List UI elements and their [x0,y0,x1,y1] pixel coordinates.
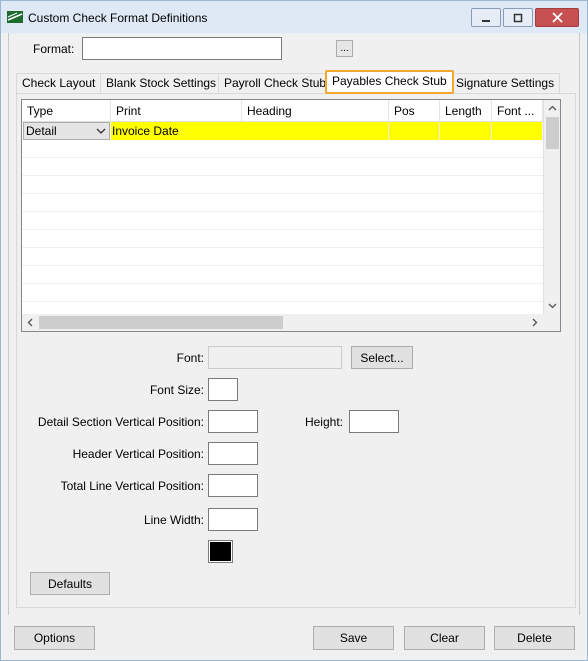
empty-row [22,230,543,248]
chevron-up-icon [548,105,557,111]
minimize-button[interactable] [471,8,501,27]
tab-payroll-check-stub[interactable]: Payroll Check Stub [218,73,333,93]
delete-button[interactable]: Delete [494,626,575,650]
tab-blank-stock-settings[interactable]: Blank Stock Settings [100,73,223,93]
column-header-pos[interactable]: Pos [389,100,440,122]
type-dropdown[interactable]: Detail [23,122,110,140]
font-cell[interactable] [493,122,543,140]
tab-check-layout[interactable]: Check Layout [16,73,102,93]
defaults-button[interactable]: Defaults [30,572,110,595]
maximize-button[interactable] [503,8,533,27]
tab-signature-settings[interactable]: Signature Settings [450,73,561,93]
detail-vertical-position-label: Detail Section Vertical Position: [37,415,204,429]
vertical-scroll-thumb[interactable] [546,117,559,149]
column-header-type[interactable]: Type [22,100,111,122]
chevron-down-icon [96,128,106,134]
font-size-label: Font Size: [149,383,204,397]
header-vertical-position-field[interactable] [208,442,258,465]
scroll-right-button[interactable] [526,314,543,331]
column-header-length[interactable]: Length [440,100,492,122]
app-icon [7,11,23,23]
type-value: Detail [26,124,57,138]
font-field [208,346,342,369]
empty-row [22,140,543,158]
window-title: Custom Check Format Definitions [28,11,208,25]
line-color-swatch[interactable] [208,540,233,563]
line-width-field[interactable] [208,508,258,531]
scroll-down-button[interactable] [544,297,560,314]
column-header-heading[interactable]: Heading [242,100,389,122]
title-bar[interactable]: Custom Check Format Definitions [1,1,587,33]
empty-row [22,158,543,176]
header-vertical-position-label: Header Vertical Position: [72,447,204,461]
vertical-scrollbar[interactable] [543,100,560,314]
maximize-icon [513,13,523,22]
tab-payables-check-stub[interactable]: Payables Check Stub [325,70,454,94]
heading-cell[interactable] [243,122,389,140]
chevron-right-icon [532,318,538,327]
save-button[interactable]: Save [313,626,394,650]
format-browse-button[interactable]: ... [336,40,353,57]
length-cell[interactable] [441,122,492,140]
minimize-icon [482,19,490,22]
font-size-field[interactable] [208,378,238,401]
column-header-print[interactable]: Print [111,100,242,122]
empty-row [22,176,543,194]
format-field[interactable]: ... [82,37,353,60]
pos-cell[interactable] [390,122,440,140]
detail-vertical-position-field[interactable] [208,410,258,433]
line-width-label: Line Width: [143,513,204,527]
scroll-left-button[interactable] [22,314,39,331]
horizontal-scrollbar[interactable] [22,314,560,331]
empty-row [22,212,543,230]
empty-row [22,284,543,302]
print-cell[interactable]: Invoice Date [111,122,179,140]
empty-row [22,266,543,284]
clear-button[interactable]: Clear [404,626,485,650]
chevron-down-icon [548,303,557,309]
grid-header: Type Print Heading Pos Length Font ... [22,100,543,122]
select-font-button[interactable]: Select... [351,346,413,369]
chevron-left-icon [27,318,33,327]
payables-check-stub-panel: Type Print Heading Pos Length Font ... D… [16,93,576,608]
empty-row [22,248,543,266]
dialog-body: Format: ... Check Layout Blank Stock Set… [8,33,580,615]
column-header-font[interactable]: Font ... [492,100,543,122]
table-row[interactable]: Detail Invoice Date [22,122,543,140]
total-line-vertical-position-label: Total Line Vertical Position: [60,479,204,493]
format-label: Format: [33,42,75,56]
close-icon [551,12,563,23]
horizontal-scroll-thumb[interactable] [39,316,283,329]
height-label: Height: [304,415,343,429]
empty-row [22,194,543,212]
font-label: Font: [176,351,204,365]
height-field[interactable] [349,410,399,433]
scroll-up-button[interactable] [544,100,560,117]
total-line-vertical-position-field[interactable] [208,474,258,497]
options-button[interactable]: Options [14,626,95,650]
close-button[interactable] [535,8,579,27]
stub-fields-grid[interactable]: Type Print Heading Pos Length Font ... D… [21,99,561,332]
dialog-window: Custom Check Format Definitions Format: … [0,0,588,661]
